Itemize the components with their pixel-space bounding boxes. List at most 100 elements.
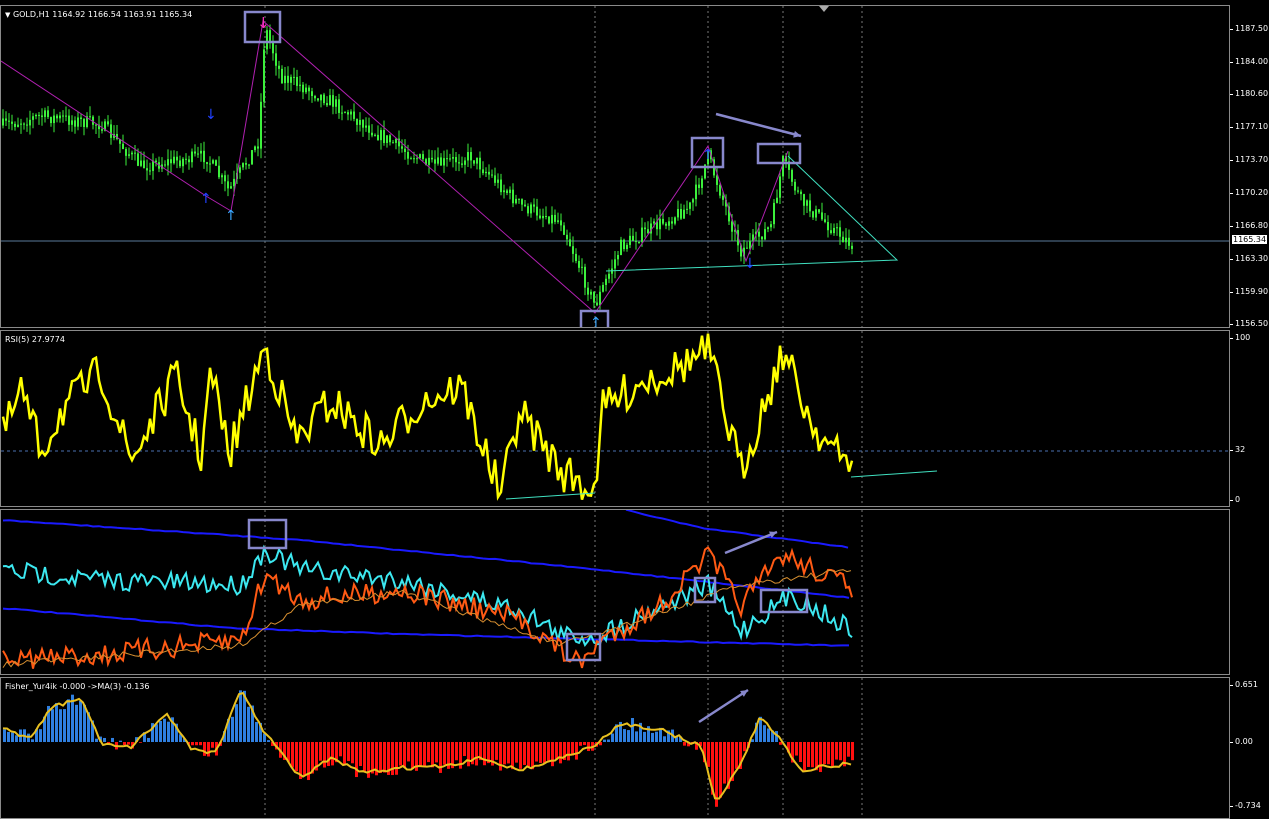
candle [596,302,598,306]
rsi-pane[interactable]: RSI(5) 27.9774 [0,330,1230,507]
candle [809,200,811,212]
candle [554,214,556,222]
fisher-histogram-bar [583,742,586,745]
candle [683,209,685,219]
fisher-histogram-bar [423,742,426,767]
fisher-histogram-bar [103,737,106,742]
candle [143,160,145,169]
fisher-canvas [2,678,863,818]
price-tick: 1156.50 [1229,319,1269,328]
candle [65,115,67,117]
upper-band-line [625,510,849,549]
candle [833,227,835,234]
candle [167,159,169,166]
candle [176,156,178,161]
price-tick: 1166.80 [1229,221,1269,230]
fisher-tick: -0.734 [1230,801,1261,810]
fisher-histogram-bar [579,742,582,746]
candle [539,215,541,219]
price-axis[interactable]: 1187.50 1184.00 1180.60 1177.10 1173.70 … [1229,5,1269,328]
candle [188,159,190,163]
candle [836,227,838,229]
candle [44,110,46,117]
candle [476,157,478,164]
candle [470,152,472,161]
symbol-dropdown-icon[interactable]: ▼ [5,11,10,19]
candle [497,179,499,183]
bands-indicator-pane[interactable] [0,509,1230,675]
fisher-histogram-bar [63,709,66,742]
fisher-histogram-bar [567,742,570,761]
candle [80,117,82,119]
fisher-histogram-bar [763,725,766,742]
fisher-histogram-bar [267,740,270,742]
fisher-histogram-bar [163,718,166,742]
candle [185,158,187,160]
fisher-histogram-bar [743,742,746,752]
candle [593,291,595,303]
candle [2,118,4,126]
fisher-histogram-bar [735,742,738,769]
fisher-histogram-bar [159,720,162,742]
price-tick: 1170.20 [1229,188,1269,197]
candle [395,138,397,143]
scroll-shift-marker-icon[interactable] [819,6,829,12]
fisher-histogram-bar [359,742,362,766]
fisher-histogram-bar [651,732,654,742]
candle [818,209,820,213]
candle [485,171,487,174]
candle [137,153,139,166]
fisher-histogram-bar [235,704,238,742]
candle [662,218,664,224]
candle [23,123,25,125]
fisher-histogram-bar [723,742,726,784]
candle [8,120,10,122]
candle [524,204,526,207]
fisher-histogram-bar [623,729,626,742]
candle [659,218,661,230]
candle [416,158,418,160]
candle [245,163,247,165]
candle [419,154,421,159]
candle [827,221,829,231]
fisher-axis[interactable]: 0.651 0.00 -0.734 [1230,677,1269,819]
fisher-histogram-bar [835,742,838,760]
fisher-histogram-bar [799,742,802,762]
fisher-pane[interactable]: Fisher_Yur4ik -0.000 ->MA(3) -0.136 [0,677,1230,819]
ohlc-values: 1164.92 1166.54 1163.91 1165.34 [52,10,193,19]
candle [122,143,124,150]
fisher-histogram-bar [467,742,470,767]
up-arrow-icon: ↑ [702,147,714,163]
price-tick: 1159.90 [1229,287,1269,296]
candle [422,154,424,160]
fisher-histogram-bar [379,742,382,773]
price-tick: 1163.30 [1229,254,1269,263]
fisher-histogram-bar [519,742,522,769]
candle [758,231,760,237]
candle [791,169,793,182]
candle [509,189,511,193]
bands-canvas [2,510,863,674]
candle [488,171,490,175]
up-arrow-icon: ↑ [225,208,237,224]
candle [479,157,481,170]
candle [584,266,586,288]
bands-axis[interactable] [1230,509,1269,675]
price-chart-pane[interactable]: ↓ ↓ ↑ ↑ ↑ ↑ ↓ ▼ GOLD,H1 1164.92 1166.54 1163.9… [0,5,1230,328]
fisher-histogram-bar [795,742,798,756]
candle [764,229,766,240]
candle [251,150,253,165]
rsi-axis[interactable]: 100 32 0 [1229,330,1269,507]
candle [362,119,364,128]
candle [587,287,589,295]
candle [338,99,340,113]
lower-band-line [2,607,849,647]
candle [623,239,625,250]
fisher-histogram-bar [635,731,638,742]
candle [149,170,151,172]
candle [407,151,409,159]
candle [557,220,559,222]
candle [698,184,700,188]
fisher-histogram-bar [515,742,518,763]
candle [722,195,724,200]
